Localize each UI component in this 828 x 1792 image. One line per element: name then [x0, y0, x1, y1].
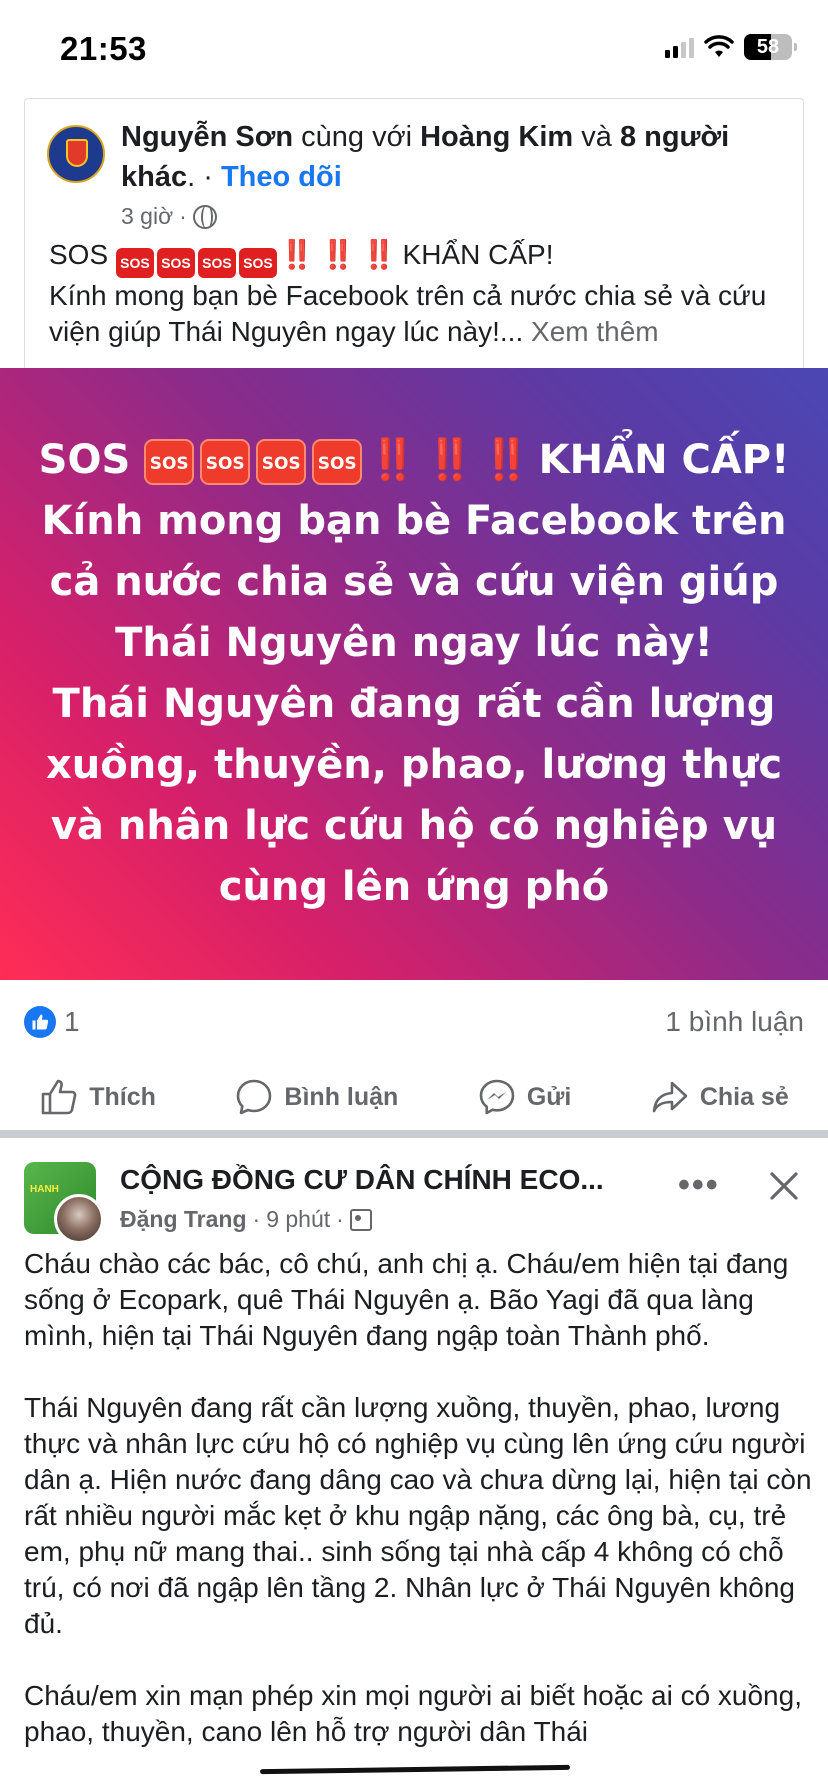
- sos-icon: SOS: [156, 248, 195, 278]
- sos-icon: SOS: [238, 248, 277, 278]
- sos-icon: SOS: [144, 439, 195, 485]
- separator: ·: [195, 161, 221, 193]
- post-time[interactable]: 9 phút: [266, 1206, 330, 1233]
- share-label: Chia sẻ: [699, 1082, 789, 1111]
- send-label: Gửi: [526, 1082, 572, 1111]
- post-time[interactable]: 3 giờ: [121, 203, 173, 230]
- banner-line: cả nước chia sẻ và cứu viện giúp: [49, 559, 779, 605]
- author-avatar[interactable]: [54, 1194, 104, 1244]
- sos-icon: SOS: [200, 439, 251, 485]
- battery-level: 58: [756, 36, 780, 58]
- status-time: 21:53: [60, 30, 147, 67]
- meta-separator: ·: [179, 203, 187, 229]
- like-icon: [41, 1079, 77, 1115]
- post-2: HANH CỘNG ĐỒNG CƯ DÂN CHÍNH ECO... Đặng …: [0, 1138, 828, 1792]
- sos-icon: SOS: [312, 439, 363, 485]
- post-meta: Đặng Trang · 9 phút ·: [120, 1206, 372, 1233]
- period: .: [187, 161, 196, 193]
- sos-icon: SOS: [115, 248, 154, 278]
- with-text: cùng với: [301, 121, 413, 153]
- post-body: Kính mong bạn bè Facebook trên cả nước c…: [49, 280, 767, 347]
- banner-urgent: KHẨN CẤP!: [538, 437, 790, 483]
- banner-line: và nhân lực cứu hộ có nghiệp vụ: [50, 803, 778, 849]
- post-text: SOS SOS SOS SOS SOS ‼️ ‼️ ‼️ KHẨN CẤP! Kính mon…: [49, 237, 799, 350]
- status-icons: 58: [665, 34, 797, 60]
- double-exclamation-icon: ‼️: [368, 437, 418, 483]
- battery-icon: 58: [744, 34, 797, 60]
- double-exclamation-icon: ‼️: [279, 239, 315, 270]
- more-icon[interactable]: •••: [678, 1166, 720, 1205]
- banner-line: Thái Nguyên ngay lúc này!: [115, 620, 713, 666]
- group-avatar-text: HANH: [30, 1184, 59, 1195]
- author-avatar[interactable]: [47, 125, 105, 183]
- sos-text: SOS: [49, 239, 109, 270]
- comment-button[interactable]: Bình luận: [234, 1077, 398, 1117]
- share-icon: [652, 1081, 688, 1113]
- post-paragraph: Cháu/em xin mạn phép xin mọi người ai bi…: [24, 1680, 802, 1747]
- tagged-name[interactable]: Hoàng Kim: [420, 121, 573, 153]
- wifi-icon: [704, 35, 734, 57]
- follow-button[interactable]: Theo dõi: [221, 161, 342, 193]
- double-exclamation-icon: ‼️: [481, 437, 532, 483]
- post-header: Nguyễn Sơn cùng với Hoàng Kim và 8 người…: [121, 117, 781, 197]
- comment-label: Bình luận: [284, 1082, 399, 1111]
- messenger-icon: [479, 1079, 515, 1115]
- banner-line: cùng lên ứng phó: [218, 864, 610, 910]
- see-more-link[interactable]: Xem thêm: [531, 316, 659, 347]
- post-1: Nguyễn Sơn cùng với Hoàng Kim và 8 người…: [24, 98, 804, 368]
- banner-line: Thái Nguyên đang rất cần lượng: [52, 681, 776, 727]
- post-actions: Thích Bình luận Gửi Chia sẻ: [0, 1062, 828, 1132]
- banner-line: Kính mong bạn bè Facebook trên: [41, 498, 787, 544]
- author-name[interactable]: Đặng Trang: [120, 1206, 247, 1233]
- and-text: và: [581, 121, 612, 153]
- meta-separator: ·: [252, 1206, 261, 1232]
- like-reaction-icon[interactable]: [24, 1006, 56, 1038]
- like-count[interactable]: 1: [64, 1006, 80, 1038]
- post-text: Cháu chào các bác, cô chú, anh chị ạ. Ch…: [24, 1246, 814, 1786]
- comment-icon: [237, 1079, 272, 1115]
- double-exclamation-icon: ‼️: [361, 239, 397, 270]
- banner-text: SOS SOS SOS SOS SOS ‼️ ‼️ ‼️ KHẨN CẤP! Kính mon…: [14, 430, 814, 918]
- banner-line: xuồng, thuyền, phao, lương thực: [45, 742, 783, 788]
- globe-icon: [192, 204, 217, 229]
- signal-icon: [665, 36, 694, 58]
- post-paragraph: Cháu chào các bác, cô chú, anh chị ạ. Ch…: [24, 1248, 789, 1351]
- author-name[interactable]: Nguyễn Sơn: [121, 121, 293, 153]
- post-meta: 3 giờ ·: [121, 203, 217, 230]
- urgent-text: KHẨN CẤP!: [402, 239, 554, 270]
- sos-icon: SOS: [197, 248, 236, 278]
- group-name[interactable]: CỘNG ĐỒNG CƯ DÂN CHÍNH ECO...: [120, 1164, 650, 1196]
- post-paragraph: Thái Nguyên đang rất cần lượng xuồng, th…: [24, 1392, 812, 1639]
- like-label: Thích: [89, 1082, 156, 1111]
- share-button[interactable]: Chia sẻ: [650, 1077, 789, 1117]
- double-exclamation-icon: ‼️: [320, 239, 356, 270]
- banner-sos-text: SOS: [38, 437, 131, 483]
- sos-icon: SOS: [256, 439, 307, 485]
- like-button[interactable]: Thích: [39, 1077, 156, 1117]
- group-members-icon: [349, 1208, 372, 1231]
- feed-divider: [0, 1130, 828, 1138]
- post-banner[interactable]: SOS SOS SOS SOS SOS ‼️ ‼️ ‼️ KHẨN CẤP! Kính mon…: [0, 368, 828, 980]
- comment-count[interactable]: 1 bình luận: [665, 1006, 804, 1038]
- reactions-bar: 1 1 bình luận: [0, 980, 828, 1062]
- meta-separator: ·: [336, 1206, 344, 1232]
- status-bar: 21:53 58: [0, 0, 828, 98]
- double-exclamation-icon: ‼️: [425, 437, 475, 483]
- close-icon[interactable]: [764, 1166, 804, 1206]
- send-button[interactable]: Gửi: [477, 1077, 572, 1117]
